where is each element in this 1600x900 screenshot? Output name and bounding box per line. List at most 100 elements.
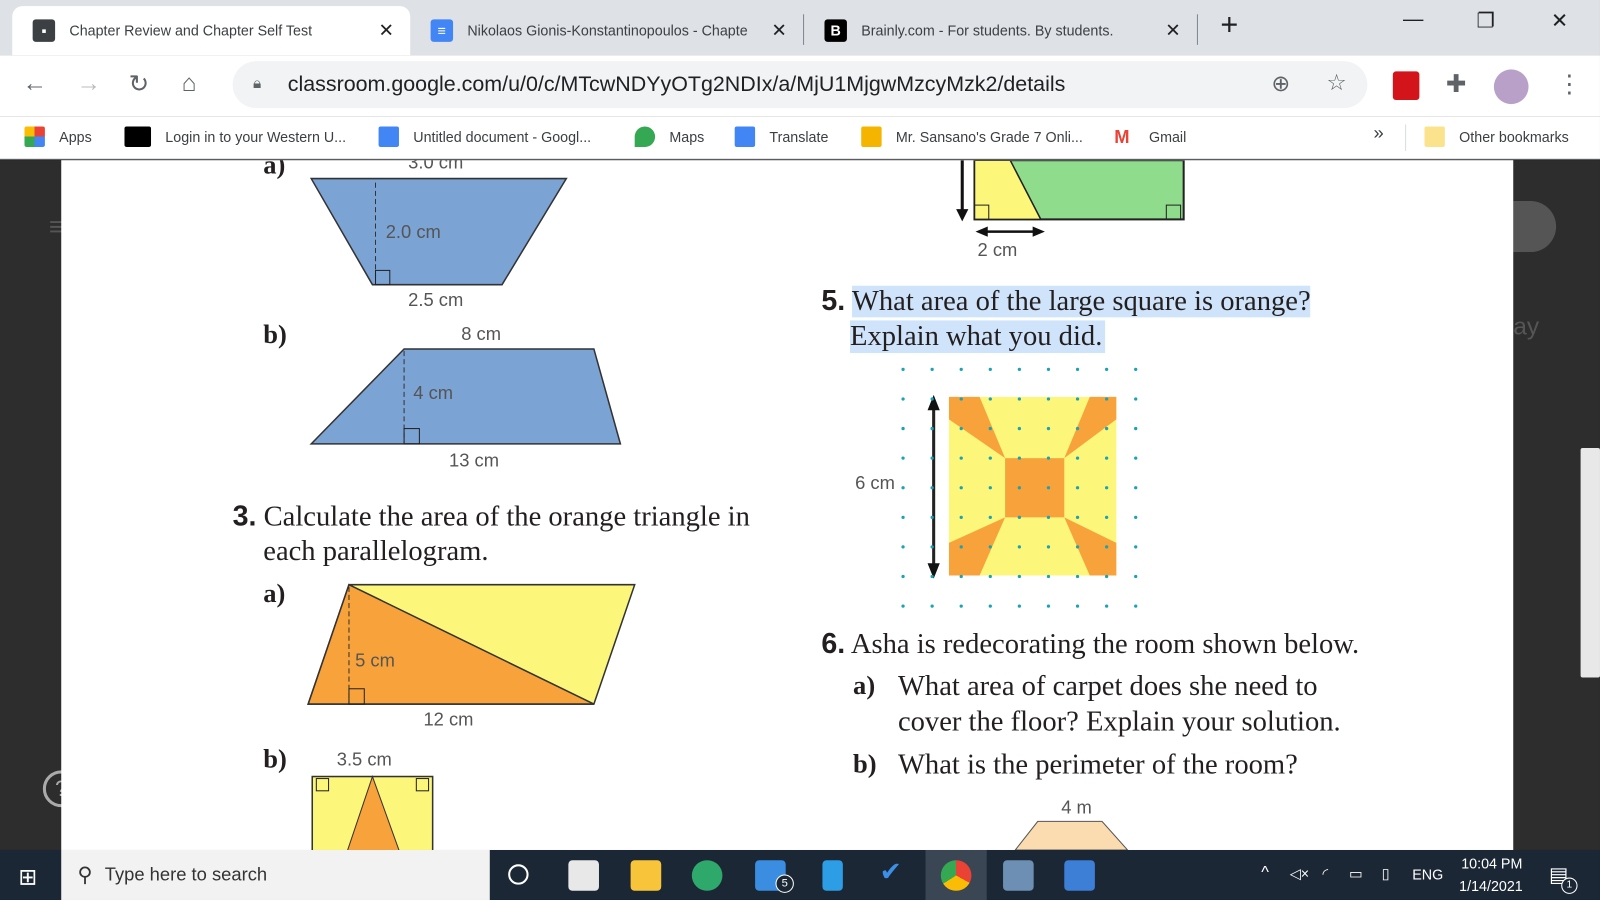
star-icon[interactable]: ☆ — [1327, 69, 1347, 96]
minimize-button[interactable]: — — [1403, 8, 1423, 31]
restore-button[interactable]: ❐ — [1477, 8, 1495, 34]
clock-date[interactable]: 1/14/2021 — [1459, 878, 1523, 894]
bookmark-maps[interactable]: Maps — [634, 126, 704, 147]
zoom-icon[interactable]: ⊕ — [1271, 70, 1290, 97]
battery-icon[interactable]: ▭ — [1349, 865, 1363, 882]
clock-time[interactable]: 10:04 PM — [1461, 855, 1522, 871]
bookmark-classroom[interactable]: Mr. Sansano's Grade 7 Onli... — [861, 126, 1083, 147]
app-icon[interactable] — [822, 860, 843, 891]
grid-dot — [1104, 367, 1109, 372]
bookmark-apps[interactable]: Apps — [24, 126, 92, 147]
wu-icon — [124, 126, 152, 147]
tab-bar: ▪ Chapter Review and Chapter Self Test ✕… — [0, 0, 1600, 56]
wifi-icon[interactable]: ◜ — [1322, 865, 1328, 882]
grid-dot — [901, 456, 905, 460]
grid-dot — [1104, 515, 1109, 519]
grid-dot — [1046, 426, 1051, 431]
more-bookmarks-button[interactable]: » — [1373, 122, 1383, 143]
grid-dot — [1017, 604, 1022, 608]
grid-dot — [930, 426, 934, 431]
meet-icon[interactable]: ▯ — [1382, 865, 1390, 882]
camera-icon[interactable] — [1003, 860, 1034, 891]
bookmark-gmail[interactable]: M Gmail — [1114, 127, 1186, 147]
docs-icon — [378, 126, 399, 147]
classroom-icon — [861, 126, 882, 147]
new-tab-button[interactable]: + — [1220, 8, 1238, 43]
grid-dot — [988, 604, 992, 608]
todo-icon[interactable]: ✔ — [880, 856, 911, 887]
bookmark-translate[interactable]: Translate — [734, 126, 828, 147]
url-text[interactable]: classroom.google.com/u/0/c/MTcwNDYyOTg2N… — [288, 72, 1066, 96]
dimmed-background-right: ay — [1513, 160, 1600, 850]
grid-dot — [1134, 397, 1138, 401]
room-shape — [1014, 820, 1129, 850]
question-3: 3. Calculate the area of the orange tria… — [232, 499, 750, 533]
tab-title: Brainly.com - For students. By students. — [861, 22, 1114, 39]
grid-dot — [930, 515, 934, 519]
tab-chapter-review[interactable]: ▪ Chapter Review and Chapter Self Test ✕ — [12, 6, 411, 56]
forward-icon[interactable]: → — [77, 69, 101, 98]
scrollbar[interactable] — [1580, 447, 1600, 678]
notification-badge: 1 — [1561, 877, 1578, 894]
taskbar: ⊞ ⚲ Type here to search 5 ✔ ^ ◁× ◜ ▭ ▯ E… — [0, 849, 1600, 900]
back-icon[interactable]: ← — [22, 69, 46, 98]
part-label: a) — [263, 578, 286, 609]
grid-dot — [901, 426, 905, 431]
grid-dot — [959, 545, 963, 549]
close-window-button[interactable]: ✕ — [1551, 8, 1568, 34]
part-label: b) — [263, 743, 287, 774]
bookmark-untitled-doc[interactable]: Untitled document - Googl... — [378, 126, 591, 147]
apps-icon — [24, 126, 45, 147]
label-height: 5 cm — [355, 649, 395, 671]
label-top: 3.5 cm — [336, 748, 392, 770]
close-tab-icon[interactable]: ✕ — [378, 20, 393, 41]
tab-docs[interactable]: ≡ Nikolaos Gionis-Konstantinopoulos - Ch… — [410, 6, 803, 55]
store-icon[interactable] — [568, 860, 599, 891]
pdf-extension-icon[interactable] — [1392, 71, 1420, 100]
question-6a-line2: cover the floor? Explain your solution. — [897, 706, 1341, 738]
close-tab-icon[interactable]: ✕ — [771, 20, 786, 41]
grid-dot — [988, 515, 992, 519]
windows-start-icon[interactable]: ⊞ — [18, 864, 37, 891]
reload-icon[interactable]: ↻ — [129, 69, 150, 99]
grid-dot — [959, 604, 963, 608]
grid-dot — [1017, 426, 1022, 431]
grid-dot — [1104, 486, 1109, 490]
edge-icon[interactable] — [691, 860, 723, 891]
menu-icon[interactable]: ⋮ — [1557, 69, 1581, 99]
bookmark-label: Apps — [59, 128, 92, 145]
extensions-icon[interactable]: ✚ — [1446, 69, 1467, 99]
address-bar[interactable]: 🔒︎ classroom.google.com/u/0/c/MTcwNDYyOT… — [232, 61, 1368, 109]
file-explorer-icon[interactable] — [630, 860, 662, 891]
tab-brainly[interactable]: B Brainly.com - For students. By student… — [804, 6, 1197, 55]
grid-dot — [930, 486, 934, 490]
docs-icon: ≡ — [430, 19, 454, 42]
grid-dot — [1104, 545, 1109, 549]
taskbar-search[interactable]: ⚲ Type here to search — [61, 849, 490, 900]
grid-dot — [901, 486, 905, 490]
grid-dot — [1075, 367, 1080, 372]
bookmark-western[interactable]: Login in to your Western U... — [124, 126, 346, 147]
question-3-line2: each parallelogram. — [263, 535, 489, 568]
question-6a-line1: What area of carpet does she need to — [897, 670, 1318, 703]
grid-dot — [959, 367, 963, 372]
home-icon[interactable]: ⌂ — [182, 69, 197, 98]
volume-muted-icon[interactable]: ◁× — [1290, 865, 1309, 882]
avatar[interactable] — [1493, 69, 1529, 105]
language-indicator[interactable]: ENG — [1412, 866, 1443, 882]
photos-icon[interactable] — [1064, 860, 1095, 891]
chrome-taskbar-button[interactable] — [925, 849, 987, 900]
grid-dot — [1017, 515, 1022, 519]
part-label: a) — [263, 160, 286, 180]
label-base: 2.5 cm — [408, 289, 464, 311]
tray-chevron-icon[interactable]: ^ — [1261, 864, 1269, 882]
grid-dot — [1075, 604, 1080, 608]
label-height: 2.0 cm — [385, 221, 441, 242]
grid-dot — [1075, 456, 1080, 460]
close-tab-icon[interactable]: ✕ — [1165, 20, 1180, 41]
grid-dot — [1134, 456, 1138, 460]
cortana-icon[interactable] — [508, 864, 529, 885]
part-label: a) — [853, 670, 876, 700]
grid-dot — [1046, 486, 1051, 490]
bookmark-other[interactable]: Other bookmarks — [1424, 126, 1569, 147]
